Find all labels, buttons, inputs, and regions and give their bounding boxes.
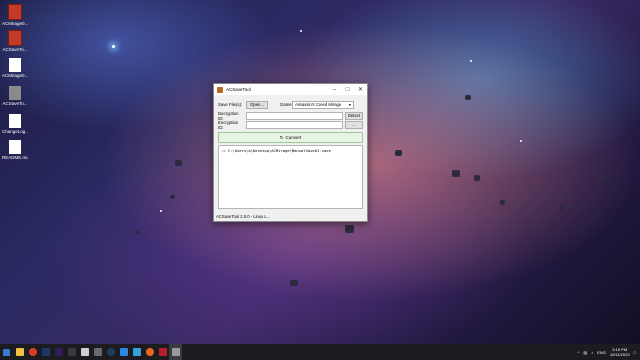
open-button[interactable]: Open...: [246, 100, 268, 109]
desktop-icon-label: ACMirage0...: [2, 73, 28, 78]
photoshop-icon: [41, 348, 50, 356]
taskbar-item[interactable]: [104, 344, 117, 360]
encryption-id-field[interactable]: [246, 120, 343, 129]
volume-icon[interactable]: ♪: [591, 350, 593, 355]
app-icon: [93, 348, 102, 356]
taskbar-item[interactable]: [78, 344, 91, 360]
asteroid: [170, 195, 175, 199]
minimize-icon[interactable]: –: [328, 84, 341, 95]
taskbar-item[interactable]: [39, 344, 52, 360]
encryption-id-label: Encryption ID:: [218, 119, 239, 130]
network-icon[interactable]: ▤: [583, 350, 587, 355]
desktop-icon-6[interactable]: README.md: [2, 140, 28, 160]
detect-button[interactable]: Detect: [345, 111, 363, 120]
system-tray: ^ ▤ ♪ ENG 3:15 PM 10/11/2023 □: [578, 344, 637, 360]
title-bar[interactable]: ACSaveTool – □ ✕: [214, 84, 367, 95]
taskbar-item[interactable]: [52, 344, 65, 360]
archive-icon: [8, 30, 22, 46]
desktop-icon-label: README.md: [2, 155, 28, 160]
language-indicator[interactable]: ENG: [597, 350, 606, 355]
desktop-icon-label: ACSaveTo...: [2, 47, 28, 52]
save-files-label: Save File(s):: [218, 102, 243, 107]
desktop-icon-3[interactable]: ACMirage0...: [2, 58, 28, 78]
desktop-icon-4[interactable]: ACSaveTo...: [2, 86, 28, 106]
desktop-icon-1[interactable]: ACMirage0...: [2, 4, 28, 26]
star: [300, 30, 302, 32]
star: [160, 210, 162, 212]
file-icon: [9, 114, 21, 128]
asteroid: [465, 95, 471, 100]
premiere-icon: [54, 348, 63, 356]
asteroid: [452, 170, 460, 177]
asteroid: [395, 150, 402, 156]
star: [520, 140, 522, 142]
file-icon: [9, 58, 21, 72]
taskbar: ^ ▤ ♪ ENG 3:15 PM 10/11/2023 □: [0, 344, 640, 360]
convert-button-label: Convert: [285, 135, 302, 140]
start-button[interactable]: [0, 344, 13, 360]
taskbar-item[interactable]: [65, 344, 78, 360]
asteroid: [500, 200, 505, 205]
log-output[interactable]: -> C:\Users\a\Desktop\ACMirage\ManualSav…: [218, 145, 363, 209]
asteroid: [560, 205, 565, 210]
desktop-icon-2[interactable]: ACSaveTo...: [2, 30, 28, 52]
asteroid: [600, 175, 606, 180]
acsavetool-window: ACSaveTool – □ ✕ Save File(s): Open... G…: [213, 83, 368, 222]
asteroid: [135, 230, 139, 234]
acsavetool-icon: [171, 348, 180, 356]
decryption-id-field[interactable]: [246, 111, 343, 120]
taskbar-item[interactable]: [156, 344, 169, 360]
star: [470, 60, 472, 62]
app-icon: [9, 86, 21, 100]
asteroid: [345, 225, 354, 233]
convert-button[interactable]: ↻ Convert: [218, 132, 363, 143]
notification-icon[interactable]: □: [634, 350, 636, 355]
status-bar-text: ACSaveTool 2.5.0 - Linux L...: [216, 214, 271, 219]
browse-button[interactable]: ...: [345, 120, 363, 129]
asteroid: [175, 160, 182, 166]
refresh-icon: ↻: [279, 134, 284, 140]
archive-icon: [8, 4, 22, 20]
taskbar-item[interactable]: [117, 344, 130, 360]
windows-icon: [3, 348, 10, 356]
search-icon: [28, 348, 37, 356]
clock[interactable]: 3:15 PM 10/11/2023: [610, 347, 630, 357]
taskbar-item[interactable]: [143, 344, 156, 360]
taskbar-item[interactable]: [130, 344, 143, 360]
chevron-up-icon[interactable]: ^: [578, 350, 580, 355]
app-icon: [80, 348, 89, 356]
close-icon[interactable]: ✕: [354, 84, 367, 95]
taskbar-item[interactable]: [91, 344, 104, 360]
clock-date: 10/11/2023: [609, 352, 630, 357]
desktop-icon-label: ACSaveTo...: [2, 101, 28, 106]
taskbar-item[interactable]: [26, 344, 39, 360]
star: [112, 45, 115, 48]
file-explorer-icon: [15, 348, 24, 356]
steam-icon: [106, 348, 115, 356]
firefox-icon: [145, 348, 154, 356]
desktop-icon-label: ACMirage0...: [2, 21, 28, 26]
file-icon: [9, 140, 21, 154]
app-icon: [67, 348, 76, 356]
desktop-icon-label: ChangeLog...: [2, 129, 28, 134]
app-icon: [217, 86, 223, 93]
asteroid: [290, 280, 298, 286]
maximize-icon[interactable]: □: [341, 84, 354, 95]
app-icon: [132, 348, 141, 356]
app-icon: [119, 348, 128, 356]
log-line: -> C:\Users\a\Desktop\ACMirage\ManualSav…: [221, 148, 331, 153]
game-label: Game:: [280, 102, 293, 107]
desktop-icon-5[interactable]: ChangeLog...: [2, 114, 28, 134]
app-icon: [158, 348, 167, 356]
game-select[interactable]: Assassin's Creed Mirage ▾: [292, 100, 354, 109]
window-title: ACSaveTool: [226, 87, 251, 92]
taskbar-item-active[interactable]: [169, 344, 182, 360]
taskbar-item[interactable]: [13, 344, 26, 360]
asteroid: [474, 175, 480, 181]
game-selected-value: Assassin's Creed Mirage: [295, 101, 342, 107]
chevron-down-icon: ▾: [348, 101, 351, 107]
